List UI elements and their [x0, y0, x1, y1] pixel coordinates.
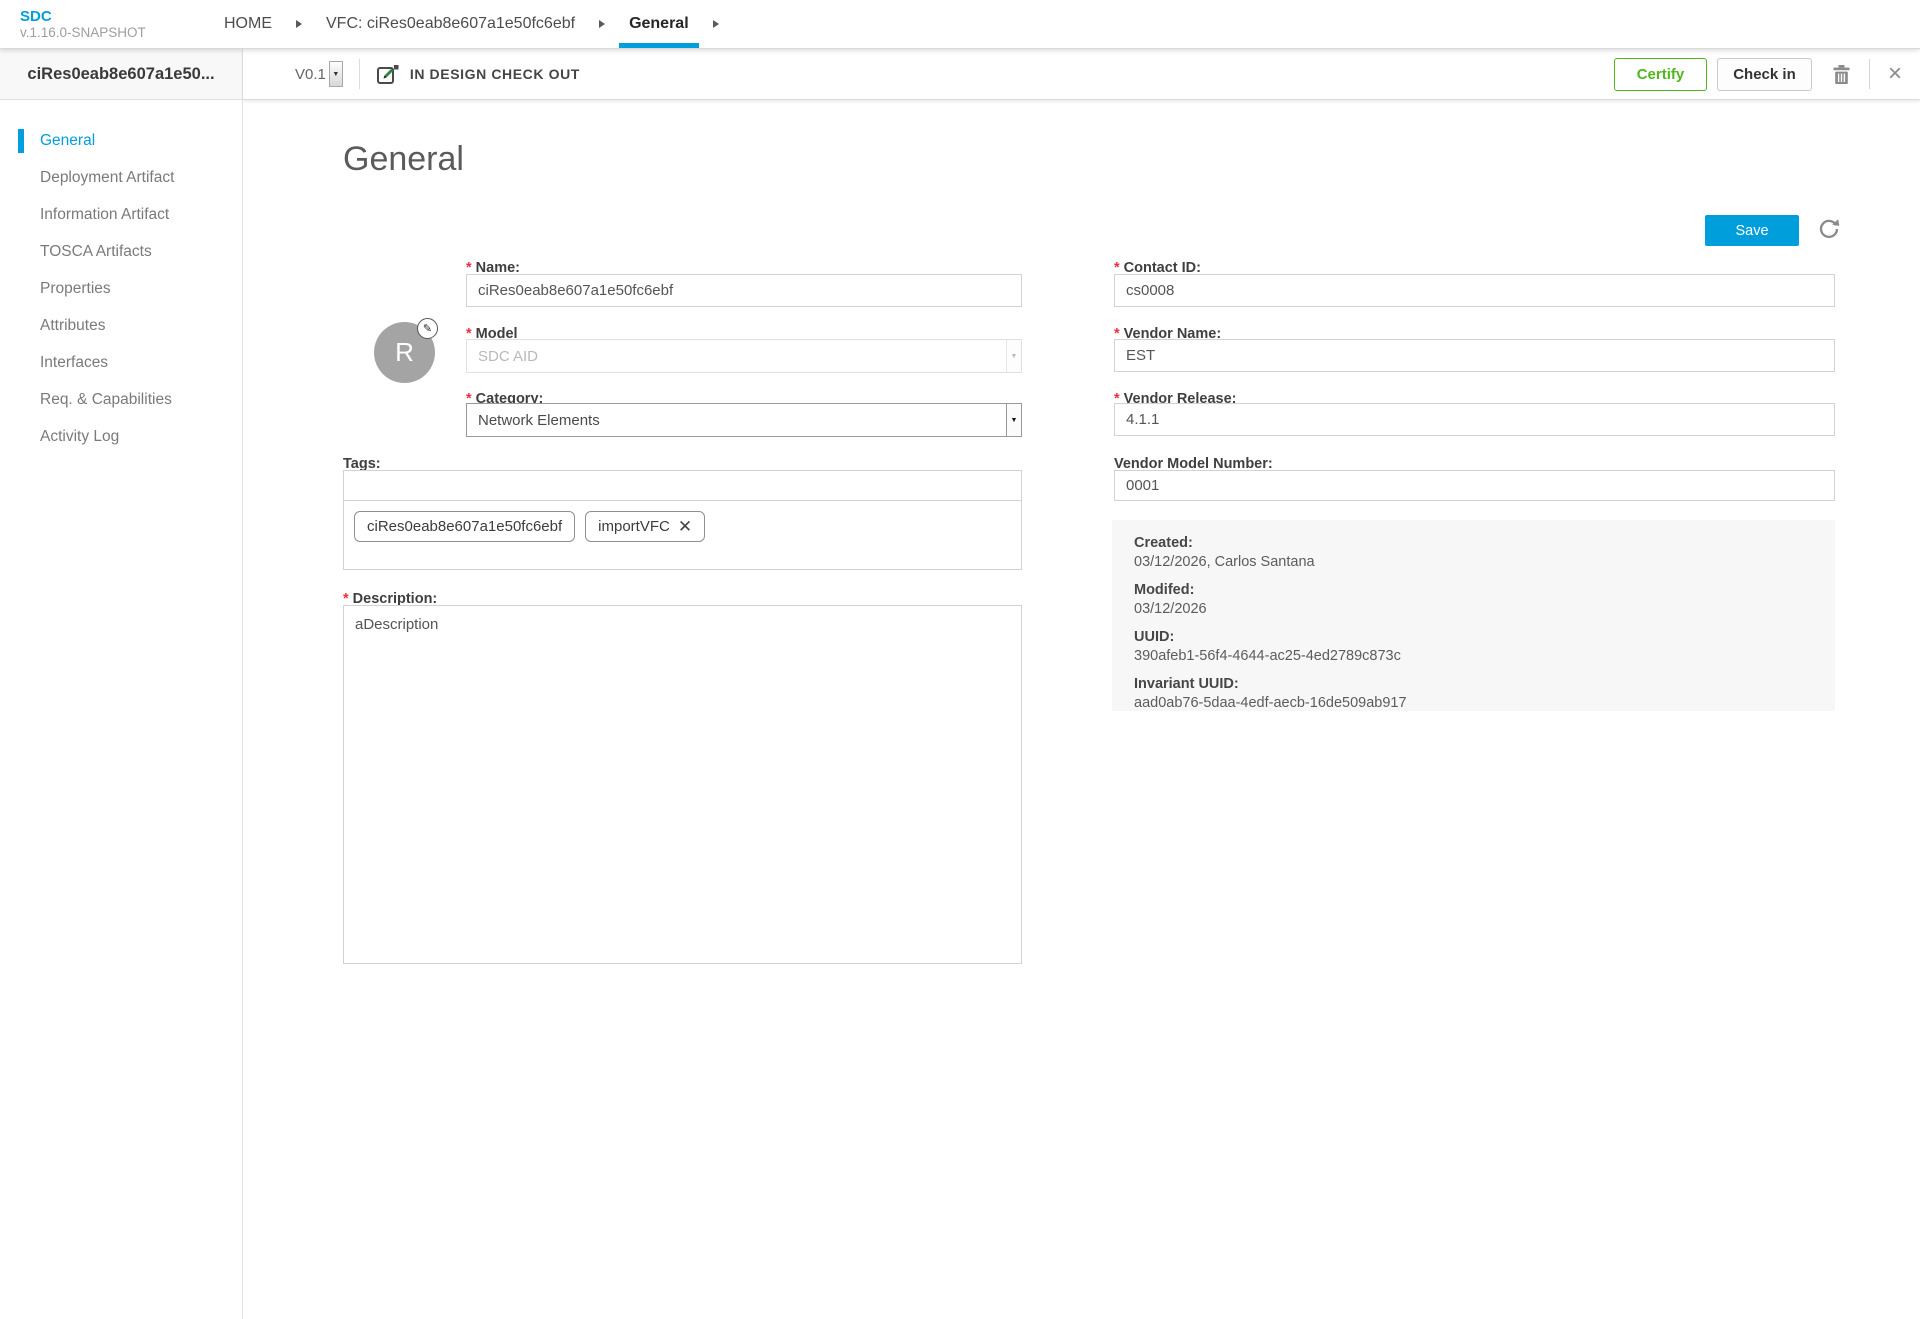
sidebar-item-tosca-artifacts[interactable]: TOSCA Artifacts — [0, 233, 242, 270]
version-value: V0.1 — [295, 66, 326, 83]
delete-button[interactable] — [1828, 60, 1855, 89]
vendor-release-input[interactable] — [1114, 403, 1835, 436]
sidebar-item-general[interactable]: General — [0, 122, 242, 159]
status-label: IN DESIGN CHECK OUT — [410, 66, 580, 82]
vendor-model-number-input[interactable] — [1114, 470, 1835, 501]
trash-icon — [1832, 64, 1851, 85]
sidebar: ciRes0eab8e607a1e50... General Deploymen… — [0, 49, 243, 1319]
version-selector[interactable]: V0.1 ▼ — [295, 61, 343, 87]
uuid-value: 390afeb1-56f4-4644-ac25-4ed2789c873c — [1134, 647, 1813, 666]
created-label: Created: — [1134, 534, 1813, 553]
toolbar: V0.1 ▼ IN DESIGN CHECK OUT Certify Check… — [243, 49, 1920, 100]
certify-button[interactable]: Certify — [1614, 58, 1707, 91]
app-version: v.1.16.0-SNAPSHOT — [20, 25, 214, 40]
toolbar-divider — [359, 59, 360, 89]
resource-avatar: R ✎ — [374, 322, 435, 383]
sidebar-item-properties[interactable]: Properties — [0, 270, 242, 307]
breadcrumb-arrow-icon — [713, 20, 719, 28]
created-value: 03/12/2026, Carlos Santana — [1134, 553, 1813, 572]
modified-label: Modifed: — [1134, 581, 1813, 600]
sidebar-item-information-artifact[interactable]: Information Artifact — [0, 196, 242, 233]
breadcrumb: HOME VFC: ciRes0eab8e607a1e50fc6ebf Gene… — [214, 0, 733, 48]
invariant-uuid-label: Invariant UUID: — [1134, 675, 1813, 694]
sidebar-item-interfaces[interactable]: Interfaces — [0, 344, 242, 381]
breadcrumb-arrow-icon — [296, 20, 302, 28]
chevron-down-icon: ▼ — [1006, 404, 1021, 436]
tags-container: ciRes0eab8e607a1e50fc6ebf importVFC ✕ — [343, 501, 1022, 570]
breadcrumb-home[interactable]: HOME — [214, 0, 282, 48]
top-header: SDC v.1.16.0-SNAPSHOT HOME VFC: ciRes0ea… — [0, 0, 1920, 49]
page-title: General — [343, 140, 464, 179]
checkout-icon — [376, 63, 400, 85]
general-form-content: General Save R ✎ *Name: *Mod — [243, 100, 1920, 1319]
check-in-button[interactable]: Check in — [1717, 58, 1812, 91]
app-logo: SDC v.1.16.0-SNAPSHOT — [0, 8, 214, 40]
resource-name-title: ciRes0eab8e607a1e50... — [27, 65, 214, 84]
sidebar-item-attributes[interactable]: Attributes — [0, 307, 242, 344]
sidebar-item-activity-log[interactable]: Activity Log — [0, 418, 242, 455]
tags-input[interactable] — [343, 470, 1022, 501]
tag-chip: ciRes0eab8e607a1e50fc6ebf — [354, 511, 575, 542]
vendor-name-input[interactable] — [1114, 339, 1835, 372]
modified-value: 03/12/2026 — [1134, 600, 1813, 619]
edit-avatar-button[interactable]: ✎ — [417, 318, 438, 339]
model-select: SDC AID ▼ — [466, 339, 1022, 373]
lifecycle-status: IN DESIGN CHECK OUT — [376, 63, 580, 85]
metadata-panel: Created: 03/12/2026, Carlos Santana Modi… — [1112, 520, 1835, 711]
breadcrumb-vfc[interactable]: VFC: ciRes0eab8e607a1e50fc6ebf — [316, 0, 585, 48]
uuid-label: UUID: — [1134, 628, 1813, 647]
contact-id-input[interactable] — [1114, 274, 1835, 307]
revert-button[interactable] — [1815, 216, 1843, 244]
save-button[interactable]: Save — [1705, 215, 1799, 246]
refresh-icon — [1817, 217, 1841, 241]
sidebar-item-req-capabilities[interactable]: Req. & Capabilities — [0, 381, 242, 418]
version-dropdown-arrow-icon[interactable]: ▼ — [329, 61, 343, 87]
breadcrumb-general-active-tab[interactable]: General — [619, 0, 699, 48]
toolbar-divider — [1869, 59, 1870, 89]
sidebar-header: ciRes0eab8e607a1e50... — [0, 49, 242, 100]
active-item-bar — [18, 129, 24, 153]
name-input[interactable] — [466, 274, 1022, 307]
tag-chip: importVFC ✕ — [585, 511, 705, 542]
close-icon: × — [1888, 62, 1902, 86]
chevron-down-icon: ▼ — [1006, 340, 1021, 372]
description-textarea[interactable]: aDescription — [343, 605, 1022, 964]
invariant-uuid-value: aad0ab76-5daa-4edf-aecb-16de509ab917 — [1134, 694, 1813, 713]
app-logo-title: SDC — [20, 8, 214, 25]
close-button[interactable]: × — [1884, 58, 1906, 90]
sidebar-nav: General Deployment Artifact Information … — [0, 100, 242, 455]
sidebar-item-deployment-artifact[interactable]: Deployment Artifact — [0, 159, 242, 196]
remove-tag-icon[interactable]: ✕ — [678, 518, 692, 535]
category-select[interactable]: Network Elements ▼ — [466, 403, 1022, 437]
pencil-icon: ✎ — [423, 322, 432, 335]
breadcrumb-arrow-icon — [599, 20, 605, 28]
avatar-letter: R — [395, 337, 414, 368]
active-tab-underline — [619, 43, 699, 48]
